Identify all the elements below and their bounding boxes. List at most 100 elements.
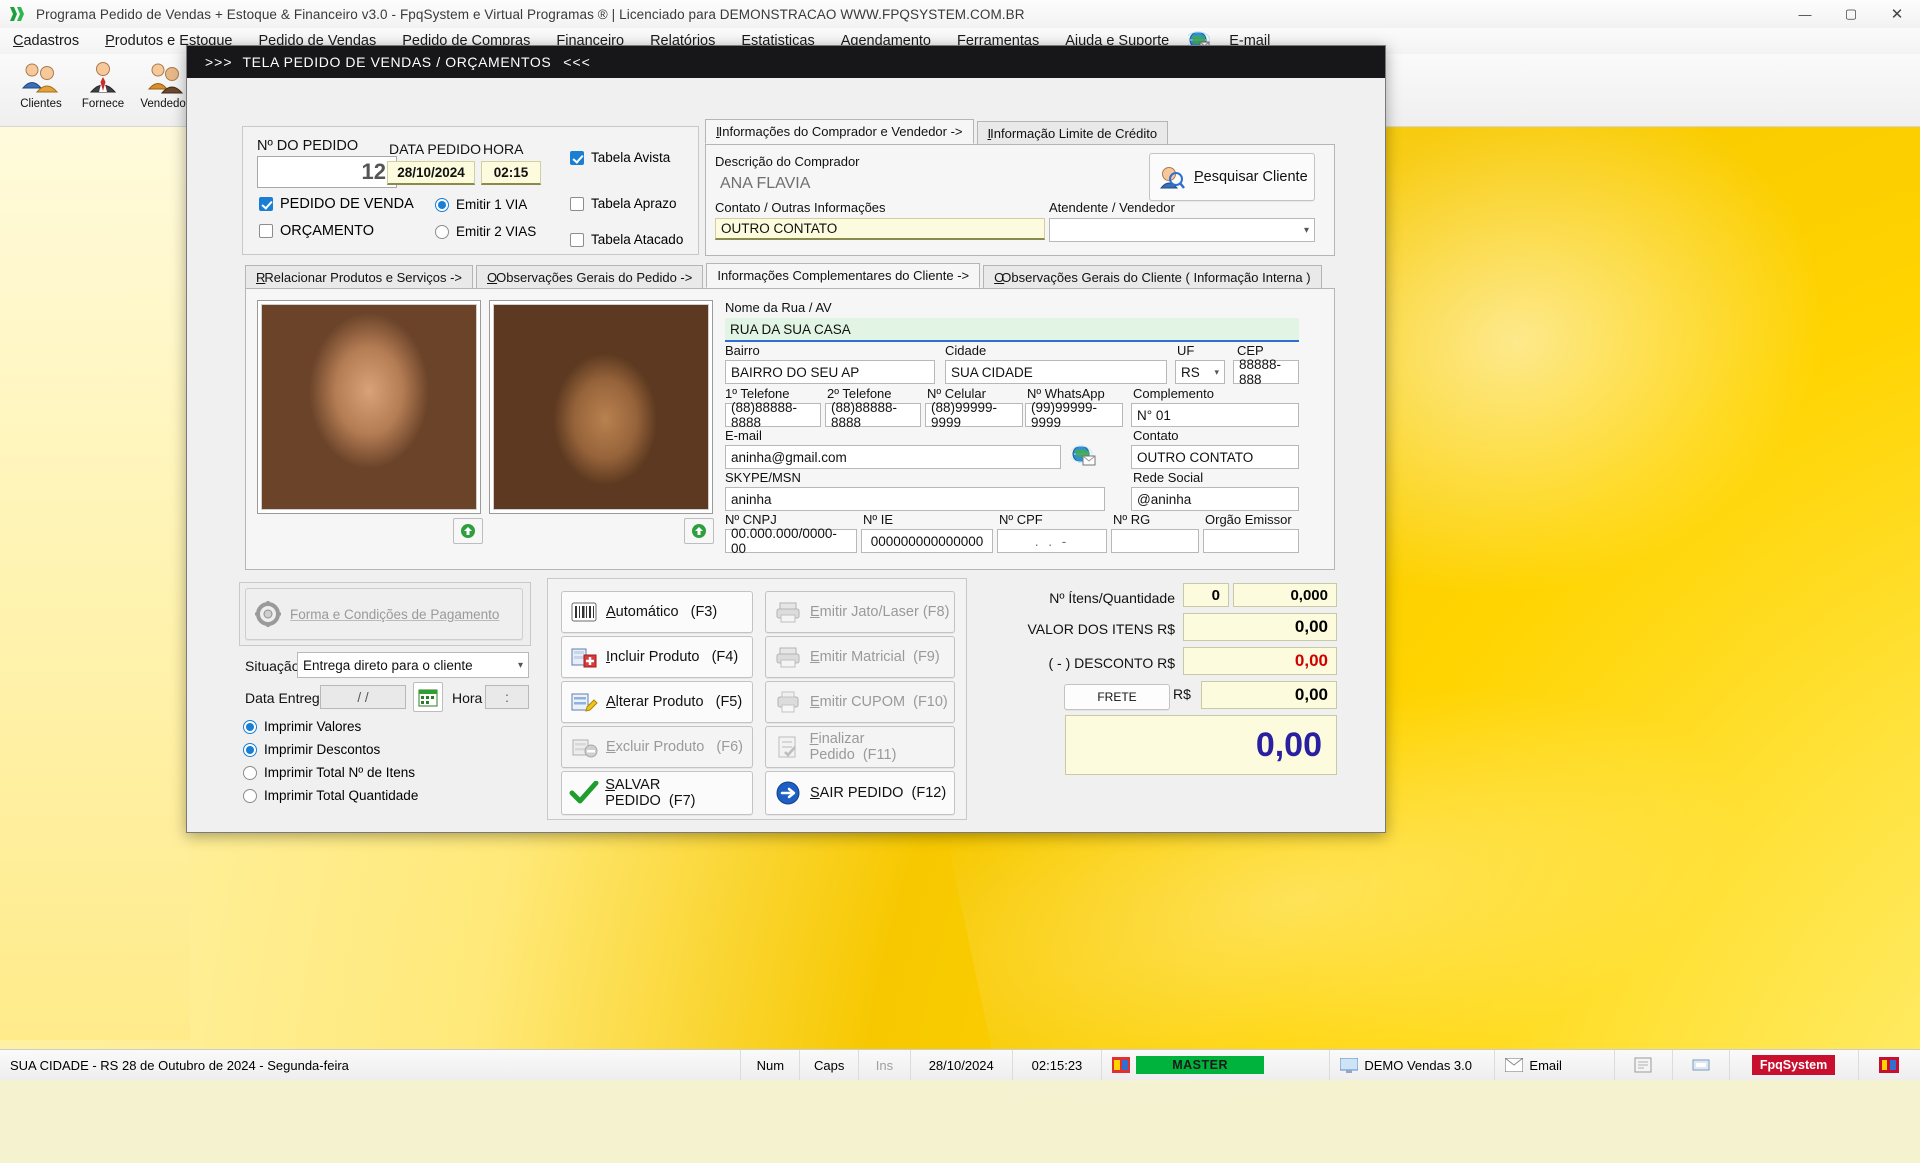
cidade-field[interactable]: SUA CIDADE xyxy=(945,360,1167,384)
radio-imprimir-total-quantidade[interactable]: Imprimir Total Quantidade xyxy=(243,788,418,803)
maximize-button[interactable]: ▢ xyxy=(1828,0,1874,28)
label-skype-msn: SKYPE/MSN xyxy=(725,470,801,485)
printer-icon xyxy=(766,601,810,623)
toolbar-item-clientes[interactable]: Clientes xyxy=(10,54,72,110)
close-button[interactable]: ✕ xyxy=(1874,0,1920,28)
upload-photo-1-button[interactable] xyxy=(453,518,483,544)
contato-field[interactable]: OUTRO CONTATO xyxy=(1131,445,1299,469)
upload-photo-2-button[interactable] xyxy=(684,518,714,544)
excluir-produto-button[interactable]: Excluir Produto (F6) xyxy=(561,726,753,768)
status-email[interactable]: Email xyxy=(1494,1050,1614,1080)
tab-informacoes-comprador-vendedor[interactable]: I Informações do Comprador e Vendedor -> xyxy=(705,119,974,144)
telefone2-field[interactable]: (88)88888-8888 xyxy=(825,400,921,430)
menu-item-cadastros[interactable]: CCadastrosadastros xyxy=(0,31,92,51)
arrows-left: >>> xyxy=(205,54,233,70)
checkbox-orcamento[interactable]: ORÇAMENTO xyxy=(259,223,374,239)
telefone1-field[interactable]: (88)88888-8888 xyxy=(725,400,821,430)
hora-entrega-field[interactable]: : xyxy=(485,685,529,709)
uf-select[interactable]: RS ▾ xyxy=(1175,360,1225,384)
status-location-date: SUA CIDADE - RS 28 de Outubro de 2024 - … xyxy=(10,1057,349,1073)
exit-arrow-icon xyxy=(766,780,810,806)
calendar-picker-button[interactable] xyxy=(413,682,443,712)
finalizar-pedido-label: Finalizar Pedido (F11) xyxy=(809,731,897,763)
cnpj-field[interactable]: 00.000.000/0000-00 xyxy=(725,526,857,556)
status-tool-3[interactable] xyxy=(1857,1050,1920,1080)
label-cidade: Cidade xyxy=(945,343,987,358)
radio-emitir-1via[interactable]: Emitir 1 VIA xyxy=(435,197,527,212)
radio-emitir-2vias[interactable]: Emitir 2 VIAS xyxy=(435,224,536,239)
order-date-field[interactable]: 28/10/2024 xyxy=(387,161,475,185)
alterar-produto-button[interactable]: Alterar Produto (F5) xyxy=(561,681,753,723)
buyer-contact-field[interactable]: OUTRO CONTATO xyxy=(715,218,1045,240)
status-time: 02:15:23 xyxy=(1011,1050,1101,1080)
emitir-jato-laser-button[interactable]: Emitir Jato/Laser (F8) xyxy=(765,591,955,633)
chevron-down-icon[interactable]: ▾ xyxy=(1214,367,1219,378)
checkbox-pedido-venda[interactable]: PEDIDO DE VENDA xyxy=(259,196,414,212)
attendant-select[interactable]: ▾ xyxy=(1049,218,1315,242)
checkbox-label: PEDIDO DE VENDA xyxy=(280,196,414,212)
chevron-down-icon[interactable]: ▾ xyxy=(1304,225,1309,236)
tab-relacionar-produtos-servicos[interactable]: R Relacionar Produtos e Serviços -> xyxy=(245,265,474,288)
checkbox-tabela-aprazo[interactable]: Tabela Aprazo xyxy=(570,196,677,211)
radio-dot xyxy=(243,742,257,757)
buyer-description-field[interactable]: ANA FLAVIA xyxy=(715,171,1141,197)
send-email-button[interactable] xyxy=(1069,442,1099,470)
pesquisar-cliente-button[interactable]: Pesquisar Cliente xyxy=(1149,153,1315,201)
status-tool-2[interactable] xyxy=(1671,1050,1729,1080)
order-number-field[interactable]: 12 xyxy=(257,156,397,188)
client-tabstrip: R Relacionar Produtos e Serviços -> O Obse… xyxy=(245,263,1325,288)
tab-observacoes-gerais-cliente[interactable]: O Observações Gerais do Cliente ( Informa… xyxy=(983,265,1322,288)
orgao-emissor-field[interactable] xyxy=(1203,529,1299,553)
checkbox-box xyxy=(259,224,273,238)
radio-imprimir-total-itens[interactable]: Imprimir Total Nº de Itens xyxy=(243,765,415,780)
skype-field[interactable]: aninha xyxy=(725,487,1105,511)
frete-button[interactable]: FRETE xyxy=(1064,684,1170,710)
rg-field[interactable] xyxy=(1111,529,1199,553)
client-photo-2[interactable] xyxy=(489,300,713,514)
tab-informacao-limite-credito[interactable]: I Informação Limite de Crédito xyxy=(976,121,1169,144)
check-icon xyxy=(562,781,605,805)
checkbox-tabela-avista[interactable]: Tabela Avista xyxy=(570,150,670,165)
chevron-down-icon[interactable]: ▾ xyxy=(518,660,523,671)
celular-field[interactable]: (88)99999-9999 xyxy=(925,400,1023,430)
status-fpq[interactable]: FpqSystem xyxy=(1728,1050,1858,1080)
label-telefone-2: 2º Telefone xyxy=(827,386,892,401)
tab-observacoes-gerais-pedido[interactable]: O Observações Gerais do Pedido -> xyxy=(476,265,704,288)
order-hour-field[interactable]: 02:15 xyxy=(481,161,541,185)
radio-imprimir-descontos[interactable]: Imprimir Descontos xyxy=(243,742,380,757)
tab-informacoes-complementares-cliente[interactable]: Informações Complementares do Cliente -> xyxy=(706,263,981,288)
email-field[interactable]: aninha@gmail.com xyxy=(725,445,1061,469)
street-field[interactable]: RUA DA SUA CASA xyxy=(725,318,1299,342)
whatsapp-field[interactable]: (99)99999-9999 xyxy=(1025,400,1123,430)
radio-imprimir-valores[interactable]: Imprimir Valores xyxy=(243,719,361,734)
salvar-pedido-button[interactable]: SALVAR PEDIDO (F7) xyxy=(561,771,753,815)
items-count-field: 0 xyxy=(1183,583,1229,607)
cpf-field[interactable]: . . - xyxy=(997,529,1107,553)
email-label: Email xyxy=(1529,1057,1562,1073)
situacao-select[interactable]: Entrega direto para o cliente ▾ xyxy=(297,652,529,678)
cep-field[interactable]: 88888-888 xyxy=(1233,357,1299,387)
client-photo-1[interactable] xyxy=(257,300,481,514)
dialog-title: TELA PEDIDO DE VENDAS / ORÇAMENTOS xyxy=(242,54,552,70)
toolbar-item-fornece[interactable]: Fornece xyxy=(72,54,134,110)
ie-field[interactable]: 000000000000000 xyxy=(861,529,993,553)
sair-pedido-button[interactable]: SAIR PEDIDO (F12) xyxy=(765,771,955,815)
data-entrega-field[interactable]: / / xyxy=(320,685,406,709)
rede-social-field[interactable]: @aninha xyxy=(1131,487,1299,511)
label-email: E-mail xyxy=(725,428,762,443)
desconto-field: 0,00 xyxy=(1183,647,1337,675)
automatico-button[interactable]: Automático (F3) xyxy=(561,591,753,633)
radio-dot xyxy=(435,197,449,212)
frete-field: 0,00 xyxy=(1201,681,1337,709)
checkbox-tabela-atacado[interactable]: Tabela Atacado xyxy=(570,232,683,247)
bairro-field[interactable]: BAIRRO DO SEU AP xyxy=(725,360,935,384)
minimize-button[interactable]: — xyxy=(1782,0,1828,28)
emitir-matricial-button[interactable]: Emitir Matricial (F9) xyxy=(765,636,955,678)
forma-condicoes-pagamento-button[interactable]: Forma e Condições de Pagamento xyxy=(245,588,523,640)
status-tool-1[interactable] xyxy=(1614,1050,1671,1080)
emitir-cupom-button[interactable]: Emitir CUPOM (F10) xyxy=(765,681,955,723)
incluir-produto-button[interactable]: Incluir Produto (F4) xyxy=(561,636,753,678)
finalizar-pedido-button[interactable]: Finalizar Pedido (F11) xyxy=(765,726,955,768)
toolbar-label-clientes: Clientes xyxy=(20,98,62,110)
complemento-field[interactable]: N° 01 xyxy=(1131,403,1299,427)
